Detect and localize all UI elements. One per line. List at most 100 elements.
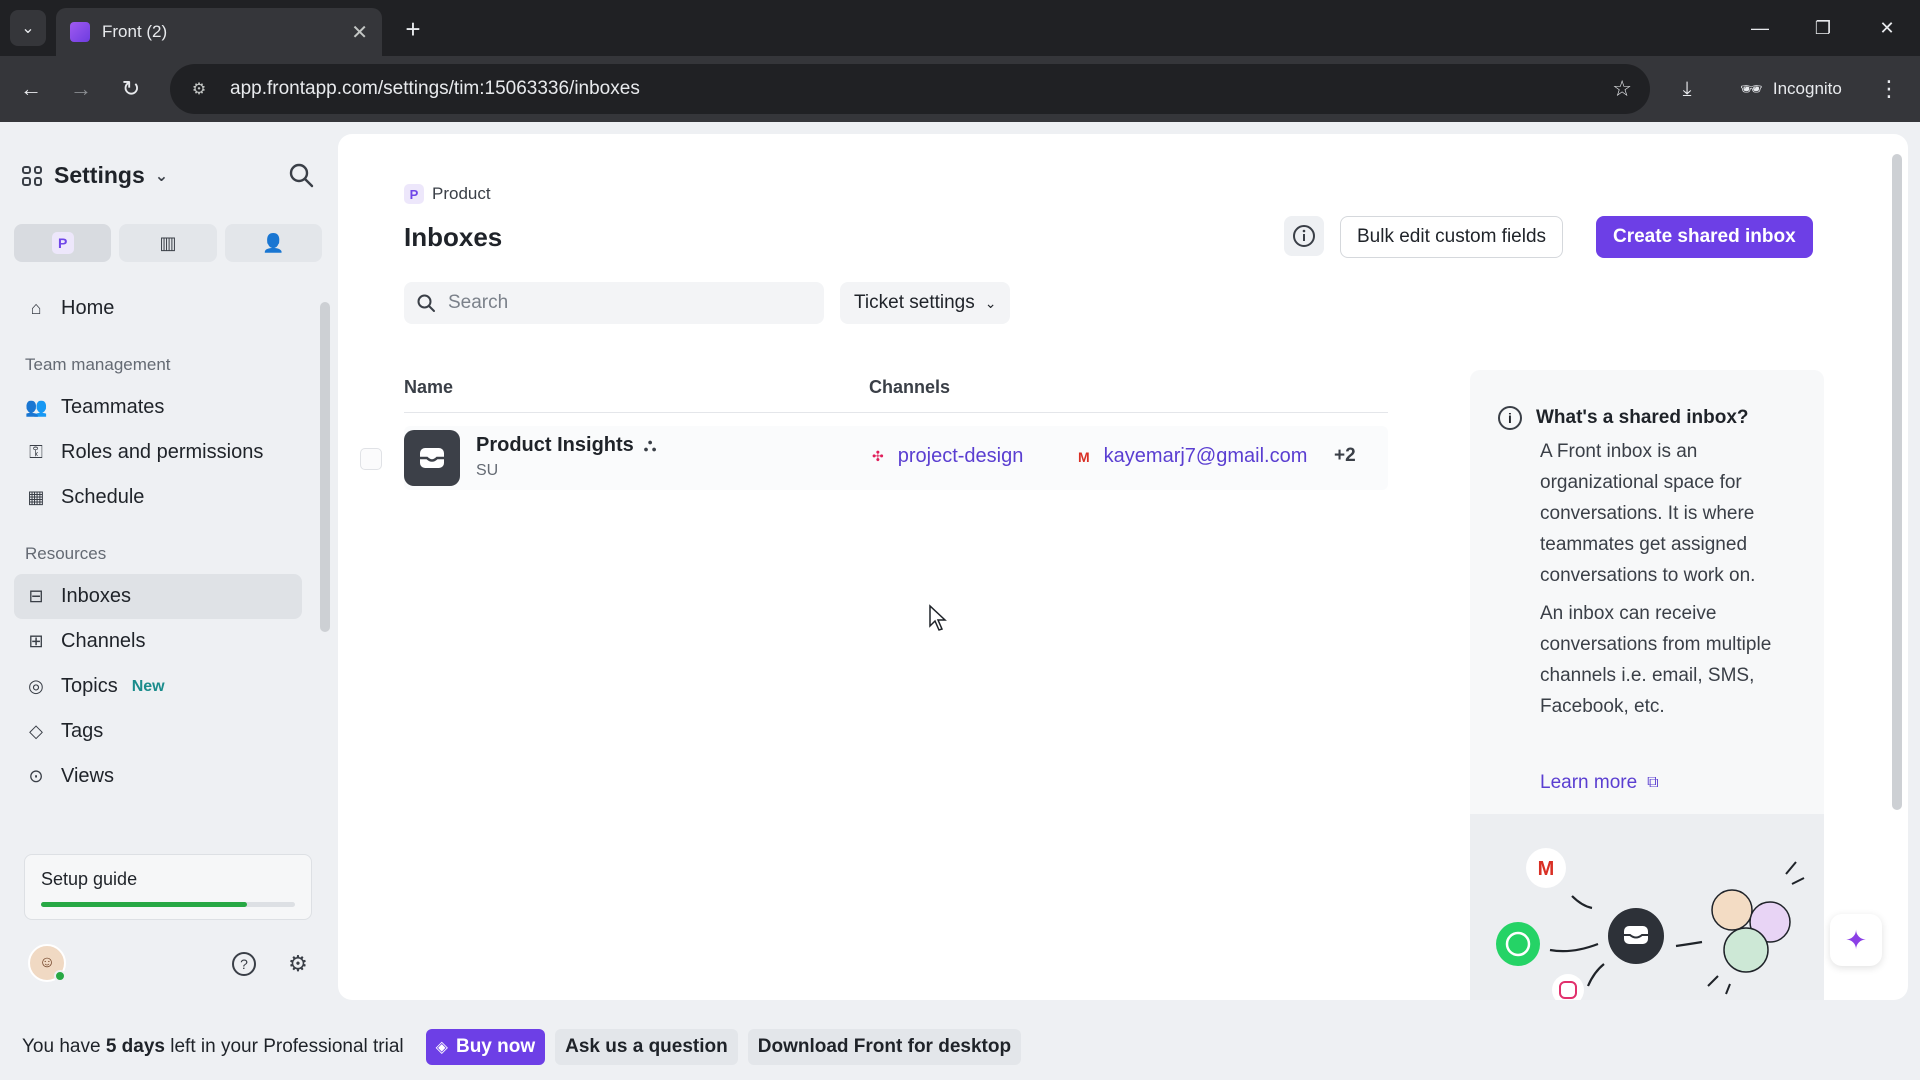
main-scrollbar[interactable]: [1892, 154, 1902, 810]
avatar[interactable]: ☺: [28, 944, 66, 982]
browser-tab[interactable]: Front (2) ✕: [56, 8, 382, 56]
sidebar-item-home[interactable]: ⌂ Home: [14, 286, 302, 331]
sidebar-item-roles[interactable]: ⚿ Roles and permissions: [14, 430, 302, 475]
back-icon[interactable]: ←: [14, 72, 48, 106]
bookmark-star-icon[interactable]: ☆: [1612, 76, 1632, 102]
sidebar-item-schedule[interactable]: ▦ Schedule: [14, 475, 302, 520]
settings-menu-button[interactable]: Settings ⌄: [22, 162, 168, 189]
sidebar-scrollbar[interactable]: [320, 302, 330, 632]
building-icon: ▥: [159, 232, 177, 253]
row-checkbox[interactable]: [360, 448, 382, 470]
gmail-icon: M: [1078, 448, 1090, 465]
home-icon: ⌂: [30, 298, 42, 318]
people-icon: 👥: [25, 397, 48, 417]
learn-more-label: Learn more: [1540, 772, 1638, 793]
sidebar-item-topics[interactable]: ◎ Topics New: [14, 664, 302, 709]
svg-text:?: ?: [240, 956, 248, 972]
gem-icon: ◈: [435, 1039, 448, 1056]
forward-icon[interactable]: →: [64, 72, 98, 106]
window-close-icon[interactable]: ✕: [1862, 10, 1912, 46]
inbox-owner: SU: [476, 462, 499, 479]
buy-now-button[interactable]: ◈ Buy now: [425, 1029, 546, 1065]
inbox-name: Product Insights ⛬: [476, 434, 656, 457]
download-icon[interactable]: ⤓: [1670, 72, 1704, 106]
table-row[interactable]: Product Insights ⛬ SU ✣ project-design M…: [360, 426, 1388, 490]
sidebar-item-label: Inboxes: [61, 585, 132, 607]
channel-gmail[interactable]: M kayemarj7@gmail.com: [1078, 445, 1307, 468]
sidebar-scope-tabs: P ▥ 👤: [14, 224, 322, 262]
incognito-indicator[interactable]: 🕶 Incognito: [1724, 68, 1858, 110]
site-settings-icon[interactable]: ⚙: [188, 78, 210, 100]
ticket-settings-dropdown[interactable]: Ticket settings ⌄: [840, 282, 1011, 324]
tab-workspace[interactable]: P: [14, 224, 112, 262]
sidebar-item-label: Schedule: [61, 486, 145, 508]
trial-banner: You have 5 days left in your Professiona…: [0, 1014, 1920, 1080]
reload-icon[interactable]: ↻: [114, 72, 148, 106]
ai-sparkle-button[interactable]: ✦: [1830, 914, 1882, 966]
tab-close-icon[interactable]: ✕: [351, 20, 368, 45]
search-icon[interactable]: [286, 160, 316, 190]
more-channels-count[interactable]: +2: [1334, 445, 1356, 467]
restore-icon[interactable]: ❐: [1798, 10, 1848, 46]
search-field[interactable]: [404, 282, 824, 324]
gear-icon[interactable]: ⚙: [282, 948, 314, 980]
learn-more-link[interactable]: Learn more ⧉: [1540, 772, 1659, 794]
workspace-badge: P: [51, 232, 74, 254]
sidebar-item-label: Teammates: [61, 396, 165, 418]
info-button[interactable]: [1284, 216, 1324, 256]
sidebar-item-tags[interactable]: ◇ Tags: [14, 709, 302, 754]
external-link-icon: ⧉: [1647, 774, 1659, 791]
sidebar-item-label: Roles and permissions: [61, 441, 264, 463]
calendar-icon: ▦: [27, 487, 45, 507]
sidebar-item-label: Tags: [61, 720, 104, 742]
download-desktop-button[interactable]: Download Front for desktop: [747, 1029, 1022, 1065]
new-tab-icon[interactable]: +: [396, 12, 430, 46]
sidebar-item-label: Channels: [61, 630, 146, 652]
sidebar-item-label: Home: [61, 297, 115, 319]
info-paragraph-1: A Front inbox is an organizational space…: [1540, 441, 1756, 586]
tab-search-dropdown-icon[interactable]: ⌄: [10, 10, 46, 46]
sidebar-item-teammates[interactable]: 👥 Teammates: [14, 385, 302, 430]
team-icon: ⛬: [643, 435, 657, 455]
tab-company[interactable]: ▥: [119, 224, 217, 262]
section-team-management: Team management: [25, 355, 171, 374]
breadcrumb[interactable]: P Product: [404, 184, 491, 204]
breadcrumb-label: Product: [432, 184, 491, 203]
sidebar-item-channels[interactable]: ⊞ Channels: [14, 619, 302, 664]
setup-guide-label: Setup guide: [41, 869, 138, 889]
minimize-icon[interactable]: —: [1735, 10, 1785, 46]
search-input[interactable]: [448, 292, 808, 314]
channel-slack[interactable]: ✣ project-design: [872, 445, 1023, 468]
create-shared-inbox-button[interactable]: Create shared inbox: [1596, 216, 1813, 258]
front-favicon-icon: [70, 22, 90, 42]
browser-tab-bar: ⌄ Front (2) ✕ + — ❐ ✕: [0, 0, 1920, 56]
sparkle-icon: ✦: [1845, 924, 1867, 955]
chevron-down-icon: ⌄: [154, 167, 169, 185]
incognito-icon: 🕶: [1740, 78, 1763, 99]
sidebar-item-inboxes[interactable]: ⊟ Inboxes: [14, 574, 302, 619]
url-text: app.frontapp.com/settings/tim:15063336/i…: [230, 78, 640, 99]
sidebar-item-views[interactable]: ⊙ Views: [14, 754, 302, 799]
app-area: Settings ⌄ P ▥ 👤 ⌂ Home Team management …: [0, 122, 1920, 1080]
tab-personal[interactable]: 👤: [224, 224, 322, 262]
person-icon: 👤: [262, 232, 285, 253]
bulk-edit-custom-fields-button[interactable]: Bulk edit custom fields: [1340, 216, 1564, 258]
tab-title: Front (2): [102, 22, 168, 41]
sidebar-nav: ⌂ Home Team management 👥 Teammates ⚿ Rol…: [14, 286, 302, 799]
chevron-down-icon: ⌄: [984, 294, 997, 311]
channels-illustration: M: [1470, 814, 1824, 1000]
ask-question-button[interactable]: Ask us a question: [555, 1029, 738, 1065]
svg-text:M: M: [1538, 858, 1555, 880]
help-icon[interactable]: ?: [228, 948, 260, 980]
setup-guide[interactable]: Setup guide: [24, 854, 312, 920]
trial-suffix: left in your Professional trial: [170, 1036, 404, 1057]
inbox-icon: ⊟: [28, 586, 44, 606]
info-icon: [1293, 225, 1315, 247]
browser-menu-icon[interactable]: ⋮: [1874, 72, 1904, 106]
address-bar[interactable]: ⚙ app.frontapp.com/settings/tim:15063336…: [170, 64, 1650, 114]
sidebar-title: Settings: [54, 162, 145, 188]
column-header-name[interactable]: Name: [404, 377, 453, 398]
online-status-dot: [54, 970, 66, 982]
column-header-channels: Channels: [869, 377, 951, 397]
main-panel: P Product Inboxes Bulk edit custom field…: [338, 134, 1908, 1000]
